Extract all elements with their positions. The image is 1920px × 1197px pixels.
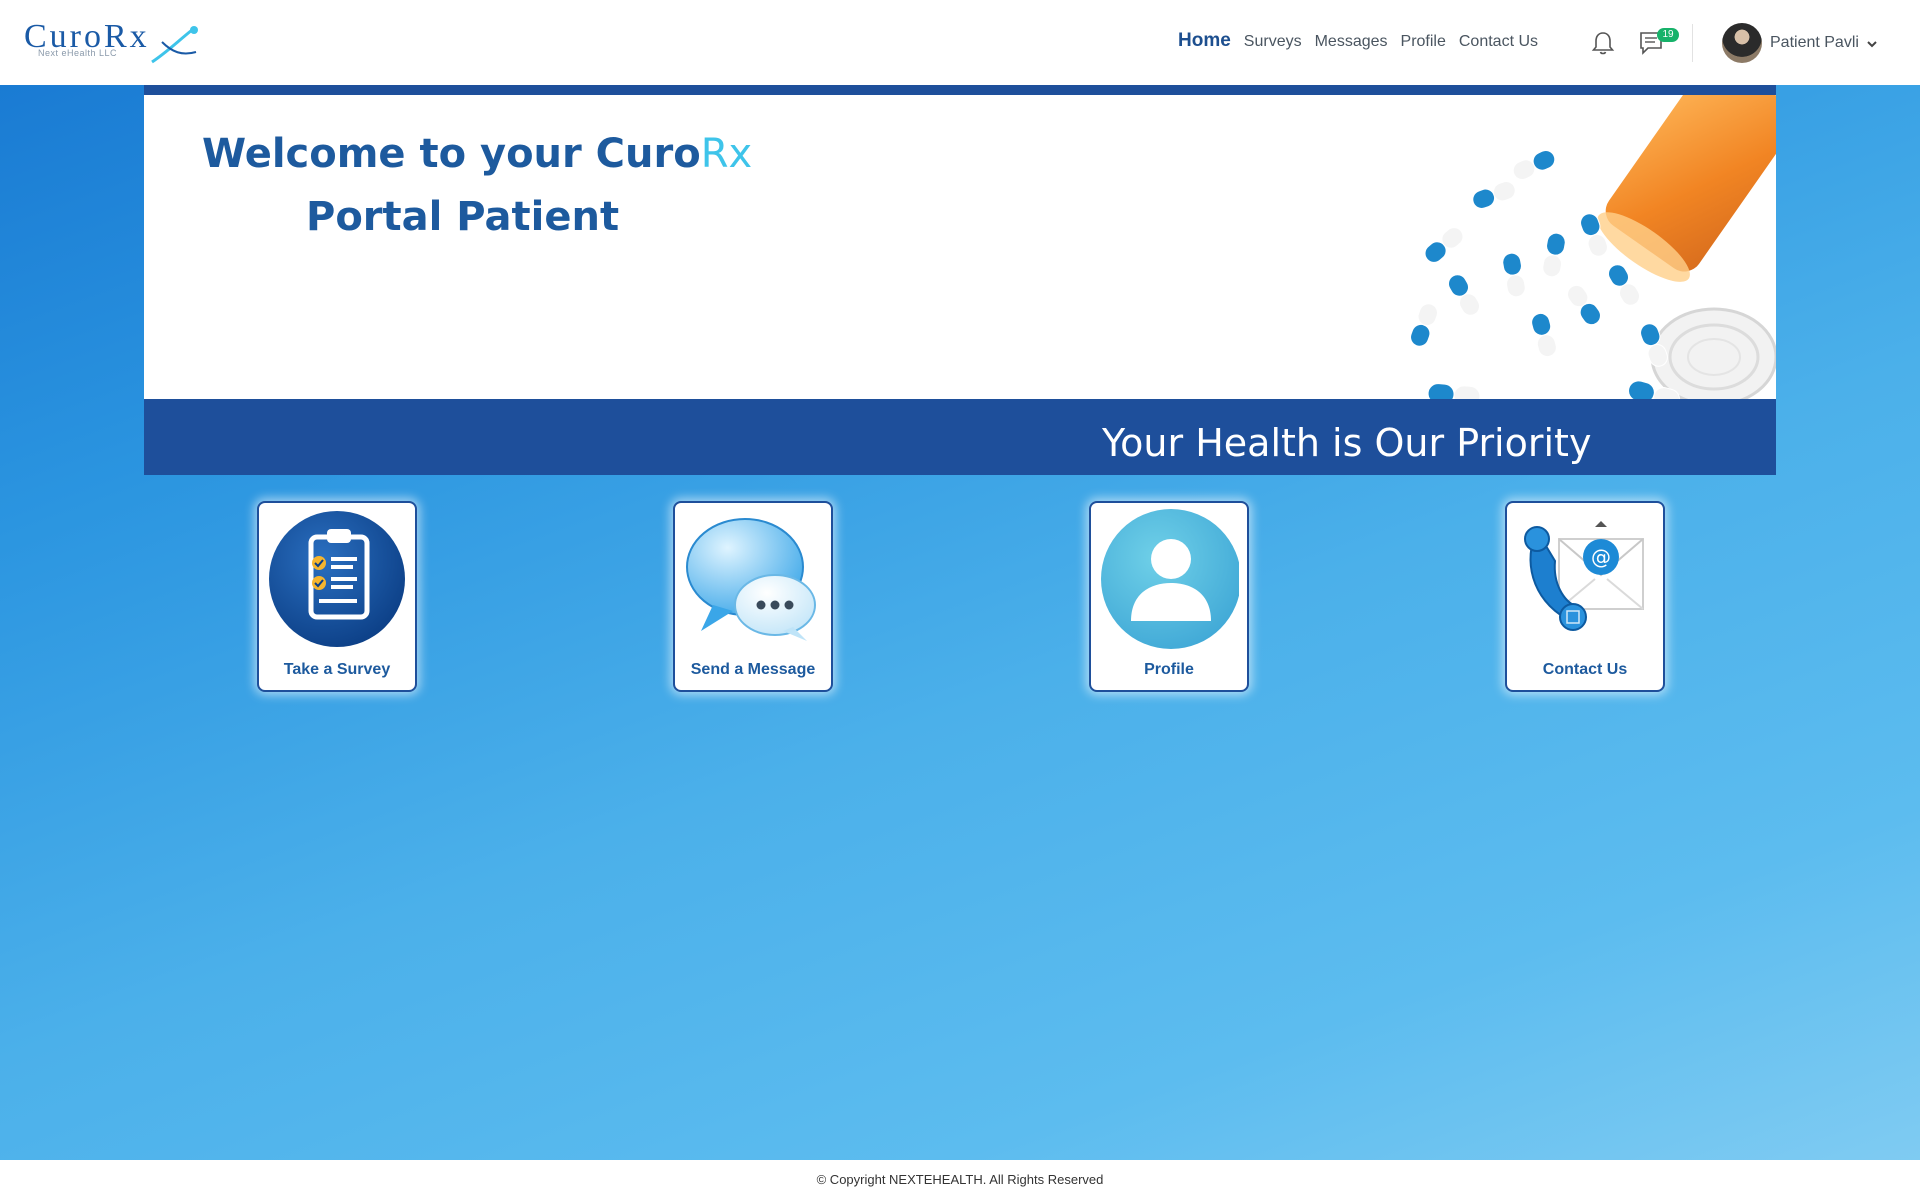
top-navbar: CuroRx Next eHealth LLC Home Surveys Mes… bbox=[0, 0, 1920, 85]
welcome-banner: Welcome to your CuroRx Portal Patient Yo… bbox=[144, 85, 1776, 475]
nav-home[interactable]: Home bbox=[1178, 30, 1231, 52]
header-divider bbox=[1692, 24, 1693, 62]
nav-profile[interactable]: Profile bbox=[1401, 33, 1446, 51]
tile-label: Profile bbox=[1144, 661, 1194, 678]
welcome-prefix: Welcome to your Curo bbox=[202, 131, 701, 177]
user-profile-icon bbox=[1101, 509, 1239, 649]
logo-subtitle: Next eHealth LLC bbox=[38, 48, 118, 58]
bell-icon[interactable] bbox=[1590, 30, 1616, 56]
tile-label: Take a Survey bbox=[283, 661, 391, 678]
main-nav: Home Surveys Messages Profile Contact Us bbox=[1178, 30, 1551, 52]
tile-label: Send a Message bbox=[690, 661, 816, 678]
take-survey-tile[interactable]: Take a Survey bbox=[257, 501, 417, 692]
welcome-rx: Rx bbox=[700, 131, 753, 177]
nav-surveys[interactable]: Surveys bbox=[1244, 33, 1302, 51]
phone-envelope-icon: @ bbox=[1524, 521, 1644, 631]
contact-us-tile[interactable]: @ Contact Us bbox=[1505, 501, 1665, 692]
clipboard-checklist-icon bbox=[269, 511, 405, 647]
curorx-logo[interactable]: CuroRx Next eHealth LLC bbox=[24, 18, 204, 70]
nav-contact-us[interactable]: Contact Us bbox=[1459, 33, 1538, 51]
send-message-tile[interactable]: Send a Message bbox=[673, 501, 833, 692]
profile-tile[interactable]: Profile bbox=[1089, 501, 1249, 692]
welcome-heading-line2: Portal Patient bbox=[306, 194, 620, 240]
messages-indicator[interactable]: 19 bbox=[1638, 28, 1682, 58]
copyright-text: © Copyright NEXTEHEALTH. All Rights Rese… bbox=[816, 1172, 1104, 1187]
chevron-down-icon[interactable] bbox=[1866, 38, 1878, 50]
speech-bubbles-icon bbox=[686, 518, 816, 641]
message-count-badge: 19 bbox=[1657, 28, 1679, 42]
avatar[interactable] bbox=[1722, 23, 1762, 63]
welcome-heading: Welcome to your CuroRx bbox=[202, 131, 752, 177]
logo-swoosh-icon bbox=[151, 26, 198, 64]
main-content: Welcome to your CuroRx Portal Patient Yo… bbox=[0, 85, 1920, 1160]
tile-label: Contact Us bbox=[1542, 661, 1628, 678]
banner-tagline: Your Health is Our Priority bbox=[1102, 421, 1592, 465]
nav-messages[interactable]: Messages bbox=[1315, 33, 1388, 51]
pill-bottle-illustration bbox=[1410, 95, 1776, 410]
user-name[interactable]: Patient Pavli bbox=[1770, 34, 1859, 52]
svg-text:@: @ bbox=[1591, 545, 1611, 569]
footer: © Copyright NEXTEHEALTH. All Rights Rese… bbox=[0, 1160, 1920, 1197]
